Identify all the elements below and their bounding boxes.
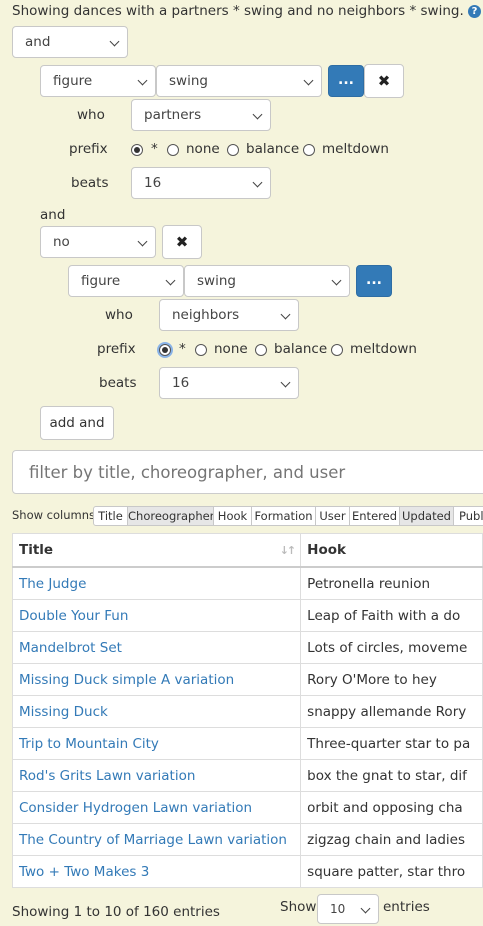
title-cell: Rod's Grits Lawn variation: [11, 759, 302, 792]
table-row: Missing Duck snappy allemande Rory: [11, 695, 483, 728]
hook-cell: Rory O'More to hey: [300, 663, 483, 696]
chevron-down-icon: [360, 903, 371, 914]
title-cell: Trip to Mountain City: [11, 727, 302, 760]
hook-cell: orbit and opposing cha: [300, 791, 483, 824]
column-header-title-label: Title: [19, 542, 54, 558]
title-cell: Missing Duck: [11, 695, 302, 728]
dance-title-link[interactable]: The Judge: [19, 576, 86, 592]
dance-title-link[interactable]: Missing Duck simple A variation: [19, 672, 234, 688]
table-row: Consider Hydrogen Lawn variation orbit a…: [11, 791, 483, 824]
hook-cell: Three-quarter star to pa: [300, 727, 483, 760]
table-header-row: Title ↓↑ Hook: [11, 533, 483, 568]
page-size-select[interactable]: 10: [317, 894, 379, 924]
dance-title-link[interactable]: Missing Duck: [19, 704, 108, 720]
table-row: The Judge Petronella reunion: [11, 566, 483, 600]
title-cell: Missing Duck simple A variation: [11, 663, 302, 696]
dance-title-link[interactable]: The Country of Marriage Lawn variation: [19, 832, 287, 848]
table-row: Trip to Mountain City Three-quarter star…: [11, 727, 483, 760]
hook-cell: box the gnat to star, dif: [300, 759, 483, 792]
dance-title-link[interactable]: Trip to Mountain City: [19, 736, 159, 752]
hook-cell: Lots of circles, moveme: [300, 631, 483, 664]
hook-cell: zigzag chain and ladies: [300, 823, 483, 856]
hook-cell: Leap of Faith with a do: [300, 599, 483, 632]
table-row: Two + Two Makes 3 square patter, star th…: [11, 855, 483, 888]
sort-icon: ↓↑: [279, 544, 297, 557]
title-cell: Two + Two Makes 3: [11, 855, 302, 888]
table-row: Mandelbrot Set Lots of circles, moveme: [11, 631, 483, 664]
title-cell: Consider Hydrogen Lawn variation: [11, 791, 302, 824]
dance-title-link[interactable]: Two + Two Makes 3: [19, 864, 149, 880]
table-row: Missing Duck simple A variation Rory O'M…: [11, 663, 483, 696]
hook-cell: square patter, star thro: [300, 855, 483, 888]
title-cell: The Judge: [11, 566, 302, 600]
table-row: Double Your Fun Leap of Faith with a do: [11, 599, 483, 632]
title-cell: The Country of Marriage Lawn variation: [11, 823, 302, 856]
hook-cell: Petronella reunion: [300, 566, 483, 600]
dance-title-link[interactable]: Double Your Fun: [19, 608, 128, 624]
dance-title-link[interactable]: Consider Hydrogen Lawn variation: [19, 800, 252, 816]
table-clip: Title ↓↑ Hook The Judge Petronella reuni…: [0, 0, 483, 926]
page-size-show-label: Show: [280, 899, 317, 915]
table-row: Rod's Grits Lawn variation box the gnat …: [11, 759, 483, 792]
table-row: The Country of Marriage Lawn variation z…: [11, 823, 483, 856]
title-cell: Mandelbrot Set: [11, 631, 302, 664]
page-size-entries-label: entries: [383, 899, 430, 915]
title-cell: Double Your Fun: [11, 599, 302, 632]
dance-title-link[interactable]: Mandelbrot Set: [19, 640, 122, 656]
hook-cell: snappy allemande Rory: [300, 695, 483, 728]
page-size-value: 10: [330, 902, 346, 916]
column-header-hook[interactable]: Hook: [300, 533, 483, 568]
dances-table: Title ↓↑ Hook The Judge Petronella reuni…: [11, 533, 483, 888]
column-header-hook-label: Hook: [307, 542, 346, 558]
dance-title-link[interactable]: Rod's Grits Lawn variation: [19, 768, 195, 784]
column-header-title[interactable]: Title ↓↑: [11, 533, 302, 568]
table-info: Showing 1 to 10 of 160 entries: [12, 904, 220, 920]
